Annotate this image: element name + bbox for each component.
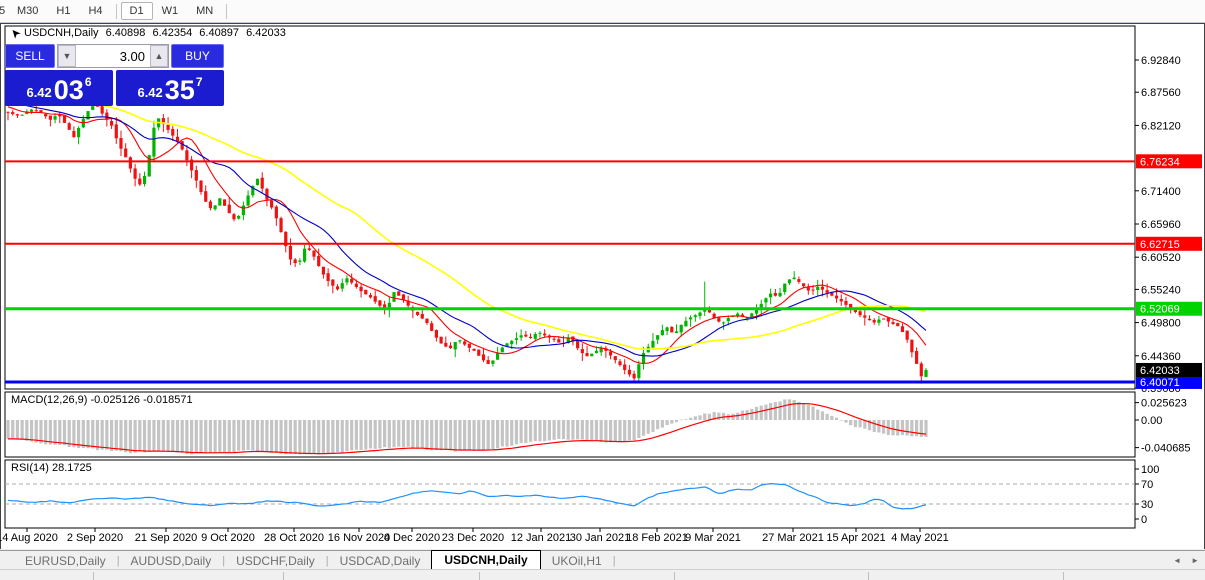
rsi-tick-label: 100 (1141, 464, 1159, 476)
ohlc-high: 6.42354 (152, 27, 192, 39)
volume-decrease-button[interactable]: ▼ (58, 45, 76, 67)
price-tick-label: 6.82120 (1141, 120, 1181, 132)
price-tick-label: 6.55240 (1141, 284, 1181, 296)
chart-ohlc-title: USDCNH,Daily 6.40898 6.42354 6.40897 6.4… (24, 27, 290, 39)
ohlc-low: 6.40897 (199, 27, 239, 39)
sell-price-pipette: 6 (85, 75, 92, 89)
volume-increase-button[interactable]: ▲ (150, 45, 168, 67)
timeframe-button-h1[interactable]: H1 (47, 2, 79, 20)
date-tick-label: 28 Oct 2020 (264, 532, 324, 544)
date-tick-label: 2 Sep 2020 (67, 532, 123, 544)
volume-input[interactable] (76, 45, 150, 67)
status-separator (93, 572, 94, 580)
status-separator (674, 572, 675, 580)
level-price-text: 6.52069 (1140, 304, 1180, 316)
buy-price-digits: 35 (165, 77, 195, 103)
sell-price-button[interactable]: 6.42 03 6 (5, 70, 113, 106)
timeframe-button-w1[interactable]: W1 (153, 2, 188, 20)
chart-tabs: EURUSD,Daily|AUDUSD,Daily|USDCHF,Daily|U… (0, 551, 616, 570)
tab-usdcad-daily[interactable]: USDCAD,Daily (329, 553, 432, 569)
buy-price-pipette: 7 (196, 75, 203, 89)
buy-price-prefix: 6.42 (137, 85, 162, 100)
ohlc-open: 6.40898 (106, 27, 146, 39)
trade-panel-controls: SELL ▼ ▲ BUY (5, 44, 224, 68)
buy-price-button[interactable]: 6.42 35 7 (116, 70, 224, 106)
tab-ukoil-h1[interactable]: UKOil,H1 (541, 553, 613, 569)
buy-button[interactable]: BUY (171, 44, 224, 68)
date-tick-label: 4 Dec 2020 (384, 532, 440, 544)
tab-eurusd-daily[interactable]: EURUSD,Daily (14, 553, 117, 569)
rsi-tick-label: 30 (1141, 499, 1153, 511)
status-separator (479, 572, 480, 580)
level-price-text: 6.76234 (1140, 156, 1180, 168)
rsi-tick-label: 0 (1141, 514, 1147, 526)
status-bar (0, 569, 1205, 580)
date-tick-label: 30 Jan 2021 (570, 532, 631, 544)
volume-stepper: ▼ ▲ (57, 44, 169, 68)
tab-usdcnh-daily[interactable]: USDCNH,Daily (431, 550, 540, 570)
tab-scroll-left-icon[interactable]: ◄ (1173, 556, 1181, 565)
chart-symbol-label: USDCNH,Daily (24, 27, 99, 39)
level-price-text: 6.62715 (1140, 239, 1180, 251)
price-tick-label: 6.87560 (1141, 87, 1181, 99)
sell-price-digits: 03 (54, 77, 84, 103)
timeframe-button-mn[interactable]: MN (187, 2, 222, 20)
price-tick-label: 6.71400 (1141, 186, 1181, 198)
tab-scroll-arrows: ◄ ► (1173, 556, 1199, 565)
status-separator (283, 572, 284, 580)
macd-tick-label: -0.040685 (1141, 443, 1191, 455)
trade-panel-prices: 6.42 03 6 6.42 35 7 (5, 70, 224, 106)
macd-tick-label: 0.025623 (1141, 398, 1187, 410)
date-tick-label: 27 Mar 2021 (762, 532, 824, 544)
date-tick-label: 9 Oct 2020 (201, 532, 255, 544)
status-separator (1063, 572, 1064, 580)
timeframe-button-m30[interactable]: M30 (8, 2, 47, 20)
date-tick-label: 15 Apr 2021 (826, 532, 885, 544)
price-tick-label: 6.49800 (1141, 318, 1181, 330)
timeframe-button-5[interactable]: 5 (0, 2, 8, 20)
macd-tick-label: 0.00 (1141, 415, 1162, 427)
date-tick-label: 4 May 2021 (891, 532, 948, 544)
date-tick-label: 18 Feb 2021 (626, 532, 688, 544)
timeframe-button-h4[interactable]: H4 (79, 2, 111, 20)
price-tick-label: 6.92840 (1141, 55, 1181, 67)
date-tick-label: 14 Aug 2020 (0, 532, 58, 544)
rsi-label: RSI(14) 28.1725 (11, 462, 92, 474)
rsi-tick-label: 70 (1141, 479, 1153, 491)
timeframe-button-d1[interactable]: D1 (121, 2, 153, 20)
status-separator (868, 572, 869, 580)
date-tick-label: 16 Nov 2020 (328, 532, 390, 544)
tab-usdchf-daily[interactable]: USDCHF,Daily (225, 553, 326, 569)
current-price-text: 6.42033 (1140, 365, 1180, 377)
toolbar-separator (116, 4, 117, 19)
triangle-up-icon: ▲ (155, 51, 164, 61)
rsi-panel[interactable] (5, 460, 1135, 528)
tab-audusd-daily[interactable]: AUDUSD,Daily (120, 553, 223, 569)
sell-price-prefix: 6.42 (26, 85, 51, 100)
sell-button[interactable]: SELL (5, 44, 55, 68)
date-tick-label: 9 Mar 2021 (685, 532, 741, 544)
macd-label: MACD(12,26,9) -0.025126 -0.018571 (11, 394, 193, 406)
one-click-trading-panel: SELL ▼ ▲ BUY 6.42 03 6 6.42 35 7 (5, 44, 224, 106)
date-tick-label: 12 Jan 2021 (511, 532, 572, 544)
toolbar-separator (226, 4, 227, 19)
price-tick-label: 6.60520 (1141, 252, 1181, 264)
level-price-text: 6.40071 (1140, 377, 1180, 389)
price-tick-label: 6.65960 (1141, 219, 1181, 231)
triangle-down-icon: ▼ (63, 51, 72, 61)
tab-separator: | (613, 555, 616, 567)
trading-terminal: { "toolbar": { "timeframes": [ {"label":… (0, 0, 1205, 580)
price-tick-label: 6.44360 (1141, 351, 1181, 363)
ohlc-close: 6.42033 (246, 27, 286, 39)
timeframe-toolbar: 5M30H1H4 D1W1MN (0, 0, 1205, 23)
date-tick-label: 23 Dec 2020 (442, 532, 504, 544)
date-tick-label: 21 Sep 2020 (135, 532, 197, 544)
chart-tab-bar: EURUSD,Daily|AUDUSD,Daily|USDCHF,Daily|U… (0, 550, 1205, 570)
tab-scroll-right-icon[interactable]: ► (1191, 556, 1199, 565)
